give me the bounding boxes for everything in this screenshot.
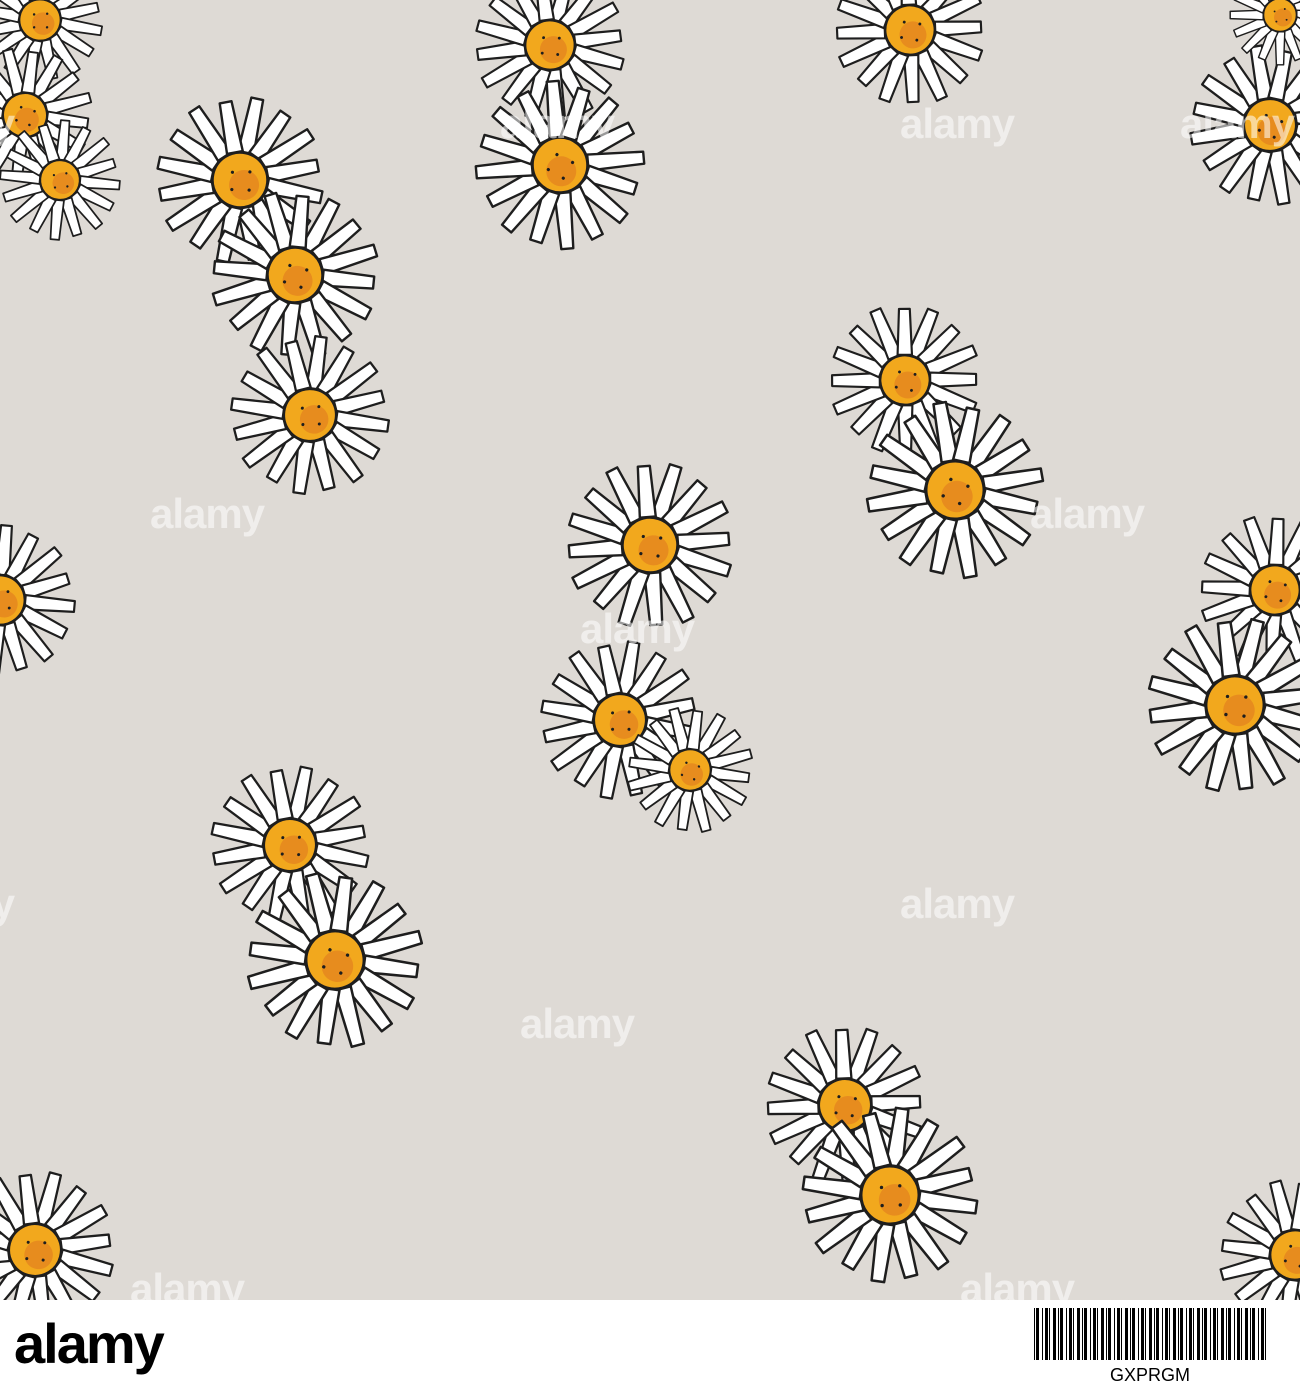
daisy-flower (441, 46, 679, 284)
barcode-bar (1121, 1308, 1122, 1360)
barcode-bar (1261, 1308, 1264, 1360)
daisy-pattern-artwork: alamyalamyalamyalamyalamyalamyalamyalamy… (0, 0, 1300, 1300)
barcode-bar (1125, 1308, 1128, 1360)
barcode-bar (1189, 1308, 1192, 1360)
barcode-bar (1173, 1308, 1176, 1360)
barcode-bar (1145, 1308, 1146, 1360)
daisy-flower (0, 1152, 133, 1300)
barcode-bar (1250, 1308, 1251, 1360)
barcode-bar (1258, 1308, 1259, 1360)
barcode-bar (1202, 1308, 1203, 1360)
daisy-flower (0, 517, 83, 683)
barcode-bar (1221, 1308, 1224, 1360)
barcode-bar (1132, 1308, 1135, 1360)
barcode-bar (1234, 1308, 1235, 1360)
barcode-bar (1093, 1308, 1096, 1360)
barcode-bar (1130, 1308, 1131, 1360)
barcode-bar (1101, 1308, 1104, 1360)
stock-id-label: GXPRGM (1109, 1365, 1190, 1385)
barcode-bar (1034, 1308, 1035, 1360)
barcode-bar (1180, 1308, 1183, 1360)
barcode-bar (1252, 1308, 1255, 1360)
barcode-bar (1265, 1308, 1266, 1360)
barcode-bar (1213, 1308, 1216, 1360)
barcode-bar (1165, 1308, 1168, 1360)
daisy-flower (1191, 1151, 1300, 1300)
barcode-bar (1069, 1308, 1072, 1360)
daisy-flower (813, 0, 1007, 127)
barcode-bars (1034, 1308, 1266, 1360)
barcode-bar (1141, 1308, 1144, 1360)
flower-layer (0, 0, 1300, 1300)
barcode-bar (1058, 1308, 1059, 1360)
barcode-bar (1193, 1308, 1194, 1360)
barcode-bar (1154, 1308, 1155, 1360)
barcode-bar (1226, 1308, 1227, 1360)
barcode-bar (1042, 1308, 1043, 1360)
barcode-bar (1162, 1308, 1163, 1360)
barcode-bar (1117, 1308, 1120, 1360)
barcode-bar (1066, 1308, 1067, 1360)
barcode-bar (1053, 1308, 1056, 1360)
barcode-bar (1245, 1308, 1248, 1360)
daisy-flower (219, 324, 401, 506)
barcode-bar (1149, 1308, 1152, 1360)
barcode-bar (1049, 1308, 1050, 1360)
barcode-bar (1084, 1308, 1087, 1360)
barcode-bar (1077, 1308, 1080, 1360)
footer-bar: alamy GXPRGM (0, 1300, 1300, 1390)
barcode-bar (1097, 1308, 1098, 1360)
barcode: GXPRGM (1030, 1308, 1270, 1384)
barcode-bar (1138, 1308, 1139, 1360)
alamy-logo: alamy (14, 1312, 165, 1375)
barcode-bar (1237, 1308, 1240, 1360)
barcode-bar (1073, 1308, 1074, 1360)
barcode-bar (1178, 1308, 1179, 1360)
daisy-flower (544, 439, 756, 651)
barcode-bar (1217, 1308, 1218, 1360)
barcode-bar (1186, 1308, 1187, 1360)
barcode-bar (1241, 1308, 1242, 1360)
barcode-bar (1108, 1308, 1111, 1360)
barcode-bar (1060, 1308, 1063, 1360)
daisy-flower (0, 114, 126, 246)
barcode-bar (1156, 1308, 1159, 1360)
barcode-bar (1090, 1308, 1091, 1360)
barcode-bar (1045, 1308, 1048, 1360)
barcode-bar (1036, 1308, 1039, 1360)
barcode-bar (1210, 1308, 1211, 1360)
barcode-bar (1169, 1308, 1170, 1360)
barcode-bar (1082, 1308, 1083, 1360)
barcode-bar (1197, 1308, 1200, 1360)
barcode-bar (1114, 1308, 1115, 1360)
barcode-bar (1204, 1308, 1207, 1360)
barcode-bar (1228, 1308, 1231, 1360)
barcode-bar (1106, 1308, 1107, 1360)
